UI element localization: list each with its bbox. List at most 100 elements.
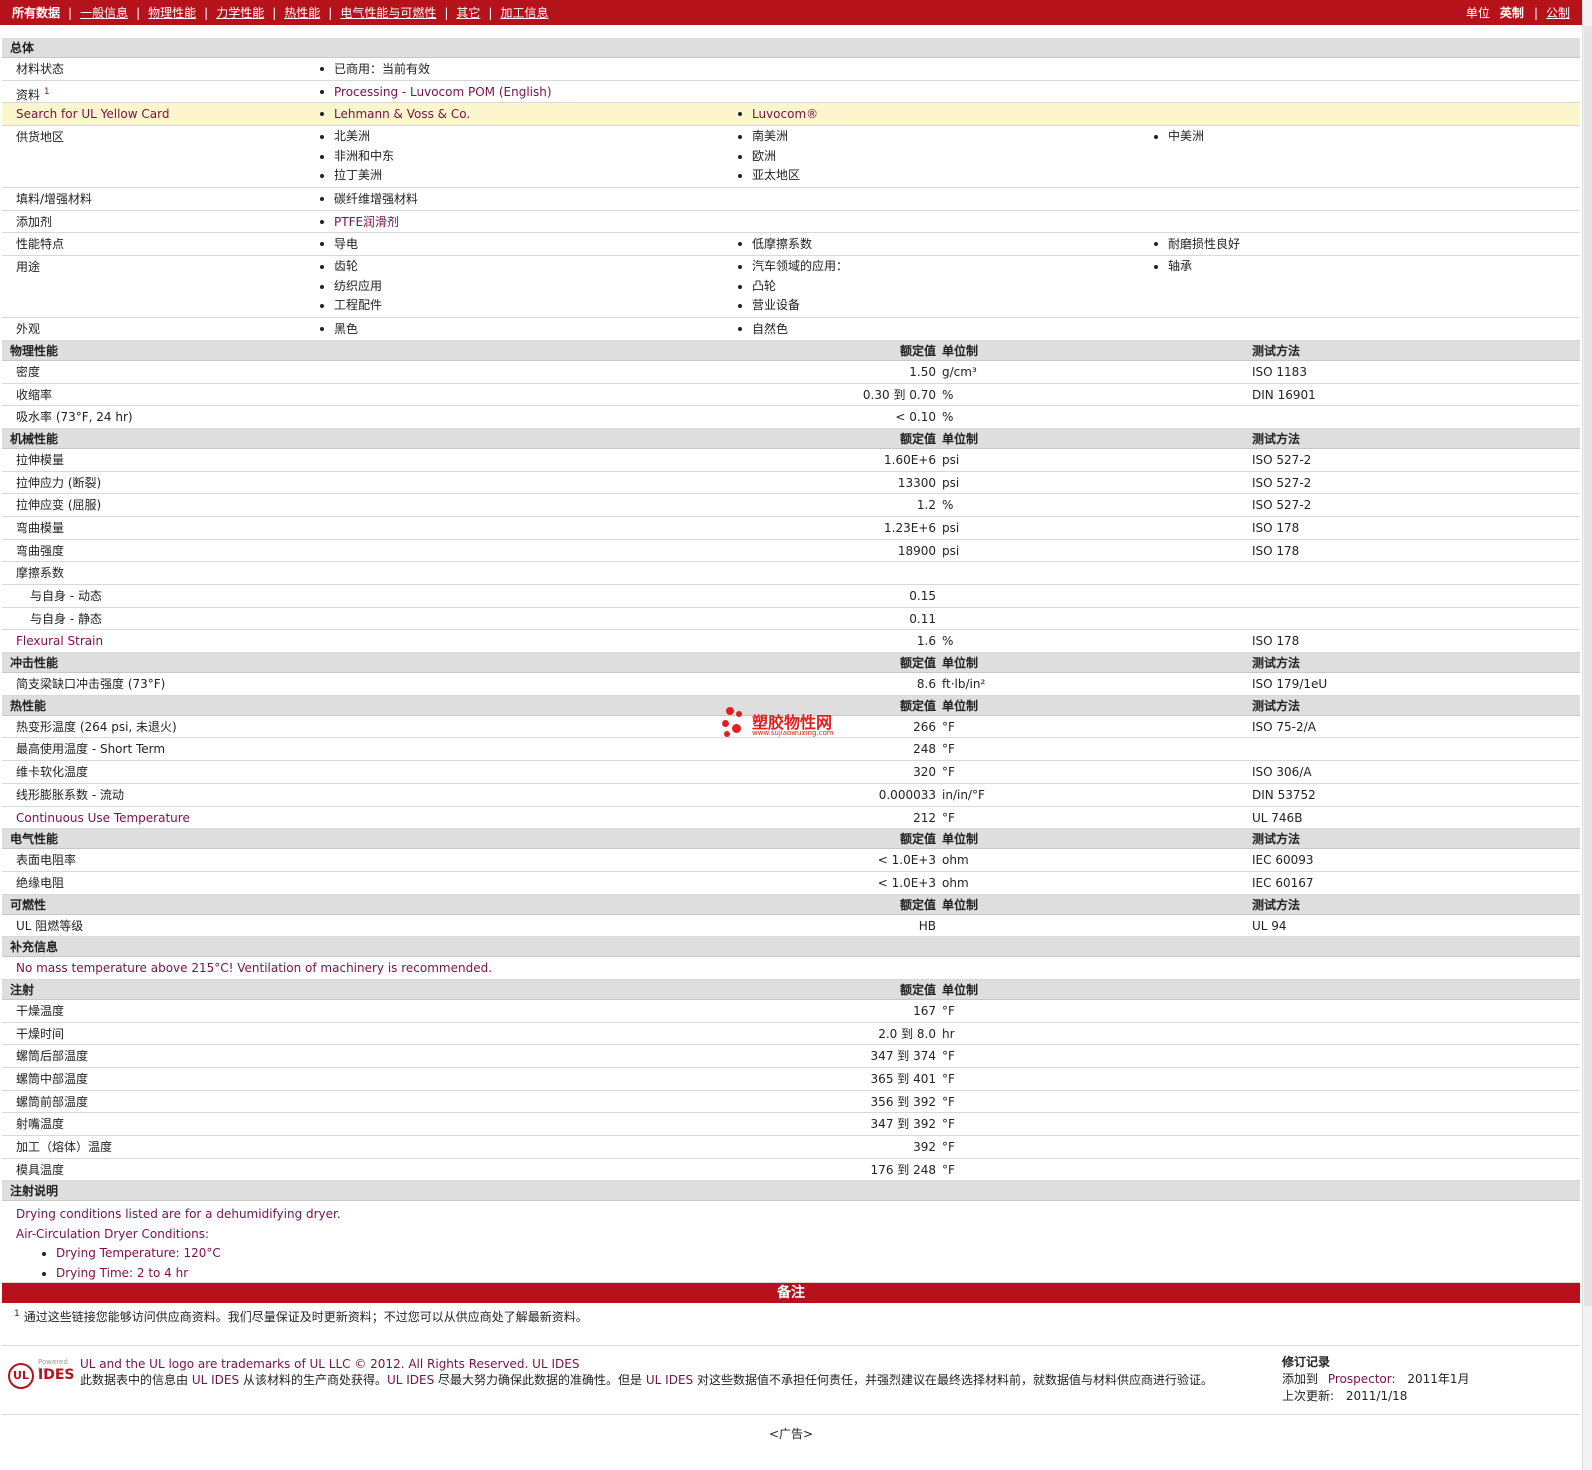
property-unit: psi [942, 543, 960, 558]
unit-english-link[interactable]: 英制 [1500, 4, 1524, 21]
property-value: 320 [913, 765, 936, 780]
list-item: 齿轮 [318, 257, 382, 277]
processing-doc-link[interactable]: Processing - Luvocom POM (English) [318, 81, 552, 103]
section-title: 注射说明 [10, 1184, 59, 1199]
list-item: 欧洲 [736, 147, 800, 167]
table-row: Flexural Strain 1.6% ISO 178 [2, 630, 1580, 654]
list-item: 非洲和中东 [318, 147, 394, 167]
scrollbar-thumb[interactable] [1584, 26, 1592, 1306]
vertical-scrollbar[interactable] [1582, 0, 1592, 1470]
property-unit: °F [942, 1072, 955, 1086]
section-title: 热性能 [10, 698, 47, 713]
property-value: 8.6 [916, 677, 936, 692]
list-item: 轴承 [1152, 257, 1192, 277]
property-value: 365 到 401 [870, 1072, 936, 1086]
watermark-dot [726, 707, 734, 715]
property-name: 摩擦系数 [16, 566, 65, 581]
property-value: 13300 [897, 475, 936, 490]
property-link[interactable]: Flexural Strain [16, 630, 103, 652]
table-row: 螺筒中部温度 365 到 401 °F [2, 1068, 1580, 1091]
table-row: 螺筒前部温度 356 到 392 °F [2, 1091, 1580, 1114]
added-label: 添加到 [1282, 1372, 1319, 1386]
ul-ides-logo[interactable]: UL Powered by IDES [8, 1358, 75, 1398]
trademark-text: UL and the UL logo are trademarks of UL … [80, 1357, 580, 1371]
property-value: 0.000033 [878, 787, 936, 802]
table-row: 简支梁缺口冲击强度 (73°F) 8.6 ft·lb/in² ISO 179/1eU [2, 673, 1580, 696]
nav-electrical-flammability[interactable]: 电气性能与可燃性 [340, 4, 436, 21]
table-row: Continuous Use Temperature 212 °F UL 746B [2, 807, 1580, 830]
nav-general-info[interactable]: 一般信息 [80, 4, 128, 21]
property-unit: psi [942, 520, 960, 535]
property-unit: °F [942, 810, 955, 825]
property-value: 1.23E+6 [884, 520, 936, 535]
footnote-ref[interactable]: 1 [44, 87, 50, 97]
row-material-status: 材料状态 已商用：当前有效 [2, 58, 1580, 81]
nav-separator: | [272, 5, 277, 20]
row-value: 导电 [318, 233, 358, 255]
footnote: 1 通过这些链接您能够访问供应商资料。我们尽量保证及时更新资料；不过您可以从供应商… [14, 1308, 588, 1325]
header-method: 测试方法 [1252, 431, 1301, 446]
nav-all-data[interactable]: 所有数据 [12, 4, 60, 21]
prospector-link[interactable]: Prospector: [1328, 1372, 1396, 1386]
test-method: ISO 527-2 [1252, 452, 1312, 467]
nav-other[interactable]: 其它 [456, 4, 480, 21]
property-value: 347 到 374 [870, 1049, 936, 1064]
note-line: Drying conditions listed are for a dehum… [16, 1207, 341, 1222]
property-name: 拉伸应变 (屈服) [16, 498, 102, 513]
property-value: 212 [913, 810, 936, 825]
row-appearance: 外观 黑色 自然色 [2, 318, 1580, 341]
unit-separator: | [1533, 5, 1538, 20]
top-nav: 所有数据 | 一般信息 | 物理性能 | 力学性能 | 热性能 | 电气性能与可… [0, 0, 1582, 25]
property-name: 收缩率 [16, 387, 53, 402]
supplier-link[interactable]: Lehmann & Voss & Co. [318, 103, 470, 125]
property-name: 干燥时间 [16, 1026, 65, 1041]
header-value: 额定值 [899, 431, 936, 446]
ides-logo-text: IDES [38, 1367, 75, 1383]
nav-thermal[interactable]: 热性能 [284, 4, 320, 21]
nav-processing[interactable]: 加工信息 [500, 4, 548, 21]
nav-mechanical[interactable]: 力学性能 [216, 4, 264, 21]
test-method: IEC 60093 [1252, 853, 1314, 868]
units-label: 单位 [1465, 6, 1490, 20]
property-link[interactable]: Continuous Use Temperature [16, 807, 190, 829]
header-value: 额定值 [899, 832, 936, 847]
header-value: 额定值 [899, 982, 936, 997]
ul-ides-link[interactable]: UL IDES [192, 1373, 239, 1387]
property-unit: °F [942, 1094, 955, 1109]
row-label: 填料/增强材料 [16, 192, 93, 207]
ul-yellow-card-link[interactable]: Search for UL Yellow Card [16, 103, 169, 125]
property-unit: psi [942, 475, 960, 490]
table-row: 摩擦系数 [2, 562, 1580, 585]
footnote-text: 通过这些链接您能够访问供应商资料。我们尽量保证及时更新资料；不过您可以从供应商处… [23, 1310, 588, 1324]
property-unit: °F [942, 719, 955, 734]
property-unit: g/cm³ [942, 364, 977, 379]
impact-rows: 简支梁缺口冲击强度 (73°F) 8.6 ft·lb/in² ISO 179/1eU [2, 673, 1580, 696]
property-name: 维卡软化温度 [16, 765, 89, 780]
header-method: 测试方法 [1252, 343, 1301, 358]
unit-metric-link[interactable]: 公制 [1546, 4, 1570, 21]
test-method: ISO 178 [1252, 634, 1300, 649]
test-method: ISO 1183 [1252, 364, 1307, 379]
header-unit: 单位制 [942, 656, 979, 671]
revision-history: 修订记录 添加到 Prospector: 2011年1月 上次更新: 2011/… [1282, 1354, 1470, 1405]
property-value: 0.30 到 0.70 [862, 387, 936, 402]
property-unit: % [942, 387, 954, 402]
property-name: 模具温度 [16, 1162, 65, 1177]
property-value: 1.6 [916, 634, 936, 649]
header-method: 测试方法 [1252, 698, 1301, 713]
list-item: 中美洲 [1152, 127, 1204, 147]
row-label: 用途 [16, 260, 41, 275]
ul-ides-link[interactable]: UL IDES [387, 1373, 434, 1387]
test-method: ISO 306/A [1252, 765, 1312, 780]
table-row: 干燥温度 167 °F [2, 1000, 1580, 1023]
property-name: 与自身 - 静态 [30, 611, 102, 626]
brand-link[interactable]: Luvocom® [736, 103, 818, 125]
section-impact-header: 冲击性能 额定值 单位制 测试方法 [2, 653, 1580, 674]
test-method: IEC 60167 [1252, 875, 1314, 890]
nav-physical[interactable]: 物理性能 [148, 4, 196, 21]
nav-separator: | [68, 5, 73, 20]
ul-ides-link[interactable]: UL IDES [646, 1373, 693, 1387]
table-row: 吸水率 (73°F, 24 hr) < 0.10% [2, 406, 1580, 429]
additive-link[interactable]: PTFE润滑剂 [318, 211, 399, 233]
header-value: 额定值 [899, 698, 936, 713]
